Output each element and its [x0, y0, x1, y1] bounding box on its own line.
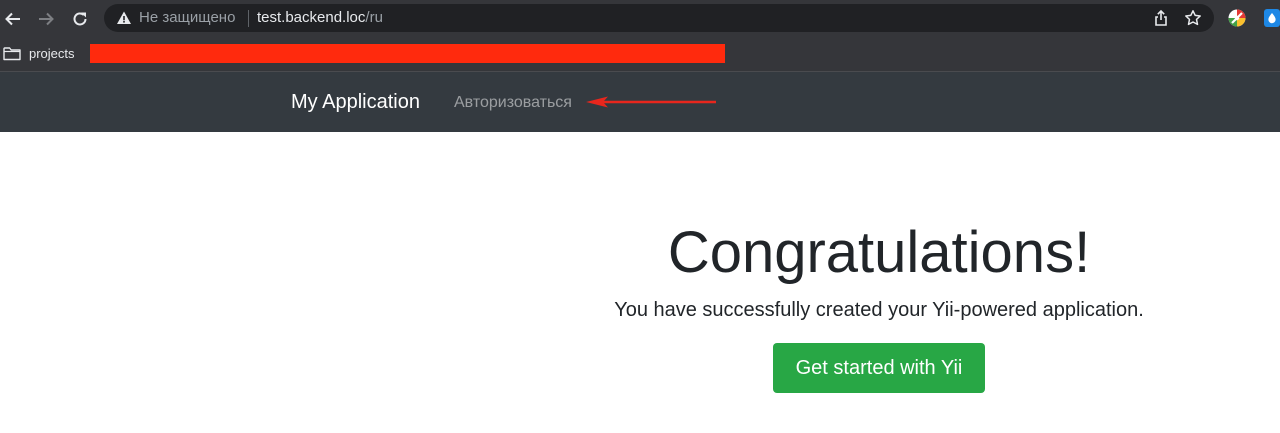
lead-text: You have successfully created your Yii-p… — [614, 299, 1144, 321]
reload-icon[interactable] — [69, 8, 91, 30]
browser-toolbar: Не защищено test.backend.loc/ru — [0, 0, 1280, 36]
warning-triangle-icon[interactable] — [116, 10, 132, 26]
url-path: /ru — [365, 9, 383, 26]
folder-icon[interactable] — [3, 46, 21, 61]
back-arrow-icon[interactable] — [2, 8, 24, 30]
annotation-arrow-icon — [586, 96, 716, 108]
bookmarks-bar: projects — [0, 36, 1280, 72]
extension-drop-icon[interactable] — [1264, 9, 1280, 27]
url-host: test.backend.loc — [257, 9, 366, 26]
extension-colorful-icon[interactable] — [1228, 9, 1246, 27]
share-icon[interactable] — [1152, 9, 1170, 27]
get-started-button[interactable]: Get started with Yii — [773, 343, 985, 393]
redaction-bar — [90, 44, 725, 63]
url-text[interactable]: test.backend.loc/ru — [257, 9, 383, 27]
omnibox-divider — [248, 10, 249, 27]
navbar-brand[interactable]: My Application — [291, 90, 420, 114]
forward-arrow-icon[interactable] — [35, 8, 57, 30]
nav-link-login[interactable]: Авторизоваться — [454, 93, 572, 113]
star-icon[interactable] — [1184, 9, 1202, 27]
security-status[interactable]: Не защищено — [139, 9, 235, 27]
bookmark-projects[interactable]: projects — [29, 46, 75, 62]
address-bar[interactable]: Не защищено test.backend.loc/ru — [104, 4, 1214, 32]
page-title: Congratulations! — [667, 220, 1091, 285]
